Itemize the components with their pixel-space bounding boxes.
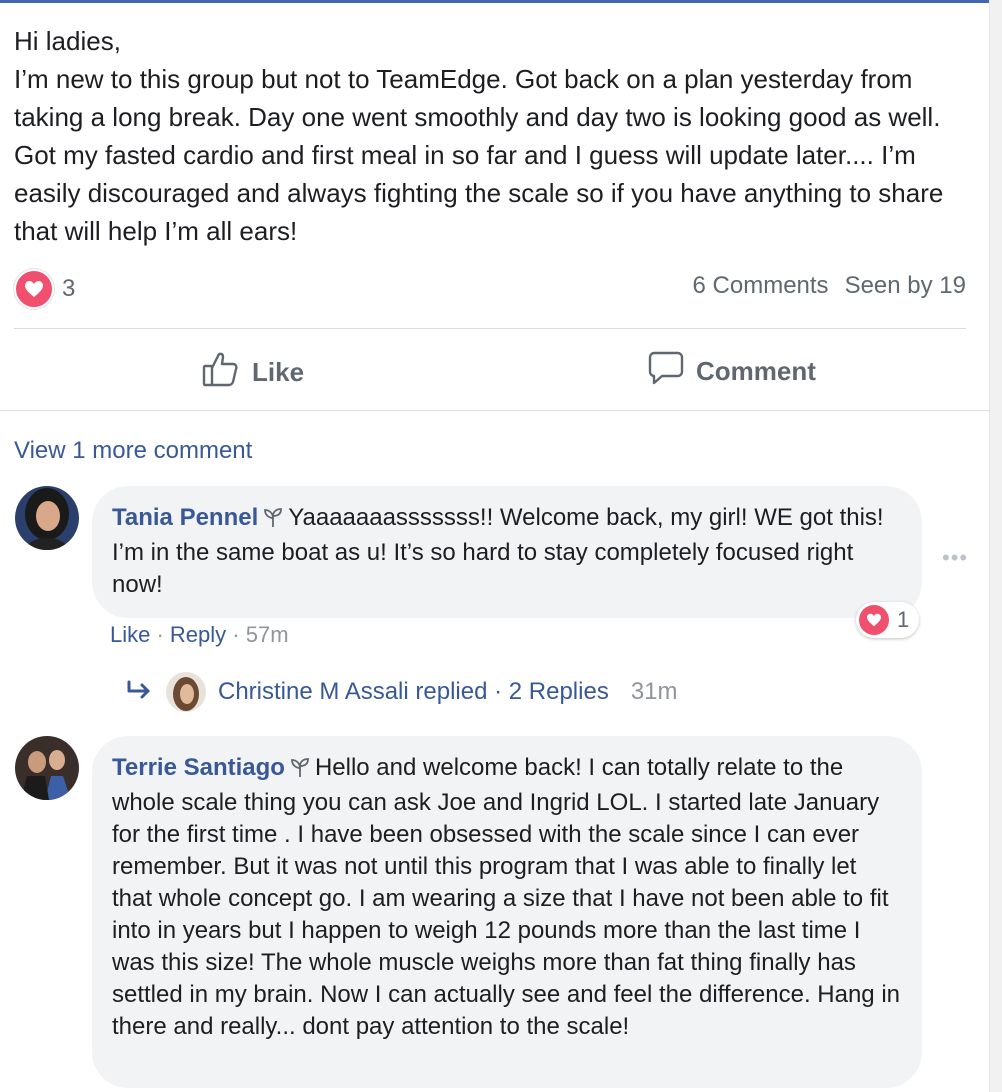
post-text: Hi ladies, I’m new to this group but not… — [14, 26, 944, 246]
comment-reaction-count: 1 — [897, 607, 910, 632]
seen-by-link[interactable]: Seen by 19 — [845, 272, 966, 300]
sprout-icon — [289, 755, 311, 787]
love-reaction-icon — [14, 269, 54, 309]
reply-summary[interactable]: Christine M Assali replied · 2 Replies 3… — [126, 672, 678, 712]
comment-author[interactable]: Tania Pennel — [112, 504, 258, 531]
comment-meta: Like · Reply · 57m — [110, 622, 289, 647]
sprout-icon — [262, 505, 284, 537]
comment-button[interactable]: Comment — [648, 350, 816, 393]
avatar[interactable] — [166, 672, 206, 712]
comment-bubble: Terrie Santiago Hello and welcome back! I… — [92, 736, 922, 1088]
comment-reactions[interactable]: 1 — [856, 602, 920, 638]
post-reactions[interactable]: 3 — [14, 269, 76, 309]
thumbs-up-icon — [202, 350, 240, 395]
reply-timestamp: 31m — [630, 678, 678, 705]
reply-summary-text: Christine M Assali replied · 2 Replies — [218, 678, 609, 705]
comment-label: Comment — [696, 356, 816, 386]
speech-bubble-icon — [648, 350, 684, 393]
divider — [0, 410, 990, 411]
like-button[interactable]: Like — [202, 350, 304, 395]
comments-count-link[interactable]: 6 Comments — [693, 272, 829, 300]
like-label: Like — [252, 357, 305, 387]
more-options-icon[interactable]: ••• — [942, 545, 968, 571]
post-stats: 6 Comments Seen by 19 — [693, 272, 966, 300]
comment-timestamp[interactable]: 57m — [246, 622, 289, 647]
avatar[interactable] — [15, 736, 79, 800]
view-more-comments-link[interactable]: View 1 more comment — [14, 437, 252, 465]
comment-author[interactable]: Terrie Santiago — [112, 754, 285, 781]
reaction-count: 3 — [62, 275, 76, 302]
comment-like-link[interactable]: Like — [110, 622, 150, 647]
comment-reply-link[interactable]: Reply — [170, 622, 226, 647]
top-border — [0, 0, 990, 3]
divider — [14, 328, 966, 329]
comment-bubble: Tania Pennel Yaaaaaaasssssss!! Welcome ba… — [92, 486, 922, 618]
avatar[interactable] — [15, 486, 79, 550]
reply-arrow-icon — [126, 678, 152, 706]
scrollbar[interactable] — [989, 0, 1002, 1092]
love-reaction-icon — [859, 605, 889, 635]
comment-text: Hello and welcome back! I can totally re… — [112, 754, 901, 1040]
